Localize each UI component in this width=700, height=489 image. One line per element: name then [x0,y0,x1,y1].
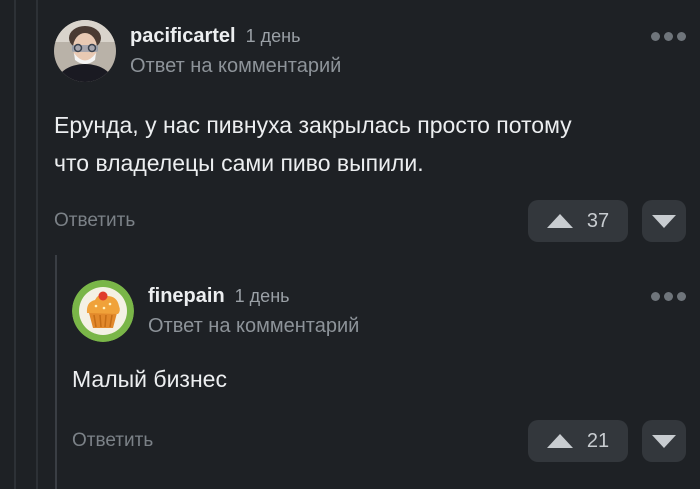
comment: pacificartel 1 день Ответ на комментарий… [54,20,686,242]
upvote-button[interactable]: 37 [528,200,628,242]
cupcake-avatar-icon [72,280,134,342]
dot [651,32,660,41]
comment-actions: Ответить 37 [54,200,686,242]
more-dots-icon[interactable] [651,292,686,301]
timestamp: 1 день [234,286,290,306]
comment-meta: pacificartel 1 день Ответ на комментарий [130,20,341,78]
comment: finepain 1 день Ответ на комментарий Мал… [72,280,686,462]
dot [677,32,686,41]
author-line: finepain 1 день [148,285,359,308]
comment-text: Ерунда, у нас пивнуха закрылась просто п… [54,106,686,182]
comment-thread: pacificartel 1 день Ответ на комментарий… [0,0,700,489]
vote-count: 21 [586,429,610,452]
comment-header: pacificartel 1 день Ответ на комментарий [54,20,686,84]
comment-actions: Ответить 21 [72,420,686,462]
reply-thread-line[interactable] [55,255,57,489]
comment-text: Малый бизнес [72,360,686,398]
dot [664,292,673,301]
author-line: pacificartel 1 день [130,25,341,48]
comment-meta: finepain 1 день Ответ на комментарий [148,280,359,338]
upvote-button[interactable]: 21 [528,420,628,462]
downvote-button[interactable] [642,420,686,462]
more-dots-icon[interactable] [651,32,686,41]
downvote-triangle-icon [652,214,676,228]
thread-line [36,0,38,489]
username[interactable]: finepain [148,285,225,308]
reply-to-label[interactable]: Ответ на комментарий [130,55,341,78]
reply-button[interactable]: Ответить [54,210,135,232]
comment-text-line: Ерунда, у нас пивнуха закрылась просто п… [54,112,572,138]
comment-header: finepain 1 день Ответ на комментарий [72,280,686,344]
thread-line [14,0,16,489]
avatar[interactable] [72,280,134,342]
reply-button[interactable]: Ответить [72,430,153,452]
timestamp: 1 день [245,26,301,46]
upvote-triangle-icon [546,434,573,448]
upvote-triangle-icon [546,214,573,228]
downvote-triangle-icon [652,434,676,448]
comment-text-line: Малый бизнес [72,366,227,392]
dot [664,32,673,41]
dot [651,292,660,301]
avatar[interactable] [54,20,116,82]
person-avatar-icon [54,20,116,82]
downvote-button[interactable] [642,200,686,242]
username[interactable]: pacificartel [130,25,236,48]
dot [677,292,686,301]
comment-text-line: что владелецы сами пиво выпили. [54,150,424,176]
reply-to-label[interactable]: Ответ на комментарий [148,315,359,338]
vote-count: 37 [586,209,610,232]
